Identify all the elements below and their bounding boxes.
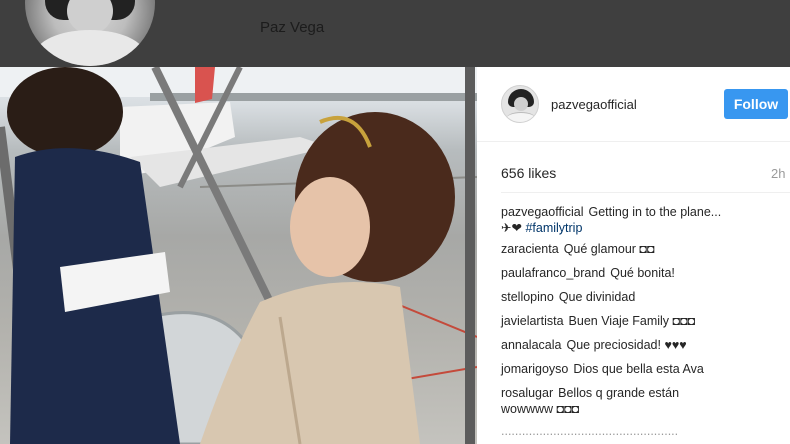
divider — [501, 192, 790, 193]
profile-avatar[interactable] — [25, 0, 155, 66]
comment-item: javielartista Buen Viaje Family ◘◘◘ — [501, 313, 790, 329]
comment-text: Qué bonita! — [610, 266, 675, 280]
comment-user[interactable]: javielartista — [501, 314, 564, 328]
comment-user[interactable]: paulafranco_brand — [501, 266, 605, 280]
comment-user[interactable]: annalacala — [501, 338, 561, 352]
comment-item: annalacala Que preciosidad! ♥♥♥ — [501, 337, 790, 353]
comment-list: pazvegaofficial Getting in to the plane..… — [501, 204, 790, 444]
comment-item: wowwww ◘◘◘ — [501, 401, 790, 417]
user-avatar[interactable] — [501, 85, 539, 123]
comment-text: Bellos q grande están — [558, 386, 680, 400]
partial-comment: ........................................… — [501, 424, 679, 438]
post-time[interactable]: 2h — [771, 166, 785, 181]
comment-text: Buen Viaje Family ◘◘◘ — [568, 314, 696, 328]
likes-count[interactable]: 656 likes — [501, 165, 556, 181]
comment-text: Dios que bella esta Ava — [573, 362, 704, 376]
caption-text: Getting in to the plane... — [588, 205, 722, 219]
comment-text: Que preciosidad! ♥♥♥ — [566, 338, 687, 352]
caption: pazvegaofficial Getting in to the plane..… — [501, 204, 781, 236]
comment-text: wowwww ◘◘◘ — [501, 402, 580, 416]
comment-user[interactable]: rosalugar — [501, 386, 553, 400]
comment-item: zaracienta Qué glamour ◘◘ — [501, 241, 790, 257]
profile-name[interactable]: Paz Vega — [260, 19, 324, 36]
post-header: pazvegaofficial Follow — [477, 67, 790, 142]
comment-item: rosalugar Bellos q grande están — [501, 385, 790, 401]
comment-item: stellopino Que divinidad — [501, 289, 790, 305]
comment-user[interactable]: stellopino — [501, 290, 554, 304]
post-panel: pazvegaofficial Follow 656 likes 2h pazv… — [477, 67, 790, 444]
caption-emoji: ✈❤ — [501, 221, 522, 235]
comment-item: paulafranco_brand Qué bonita! — [501, 265, 790, 281]
post-photo — [0, 67, 477, 444]
comment-text: Que divinidad — [558, 290, 636, 304]
follow-button[interactable]: Follow — [724, 89, 788, 119]
caption-user[interactable]: pazvegaofficial — [501, 205, 583, 219]
comment-user[interactable]: jomarigoyso — [501, 362, 568, 376]
comment-user[interactable]: zaracienta — [501, 242, 559, 256]
hashtag-link[interactable]: #familytrip — [525, 221, 582, 235]
comment-text: Qué glamour ◘◘ — [563, 242, 655, 256]
comment-item: jomarigoyso Dios que bella esta Ava — [501, 361, 790, 377]
top-bar: Paz Vega — [0, 0, 790, 67]
username-link[interactable]: pazvegaofficial — [551, 97, 637, 112]
